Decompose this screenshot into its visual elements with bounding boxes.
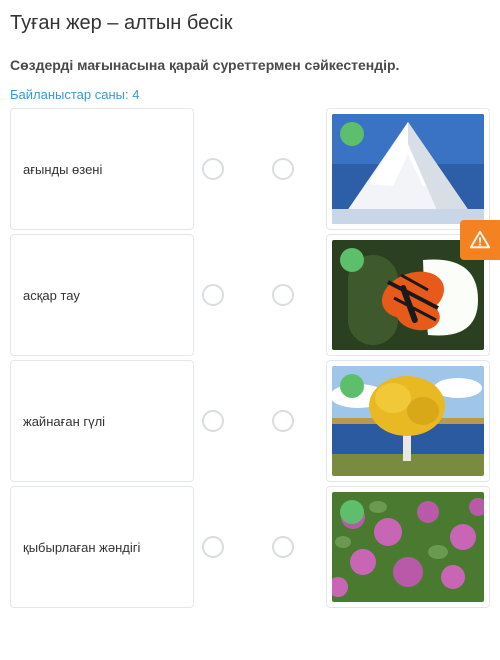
match-row: қыбырлаған жәндігі	[10, 486, 490, 608]
match-radio-right[interactable]	[272, 158, 294, 180]
autumn-tree-image	[332, 366, 484, 476]
badge-icon	[340, 122, 364, 146]
match-radio-right[interactable]	[272, 410, 294, 432]
image-card[interactable]	[326, 108, 490, 230]
match-row: асқар тау	[10, 234, 490, 356]
instruction-text: Сөздерді мағынасына қарай суреттермен сә…	[10, 57, 490, 73]
term-label: жайнаған гүлі	[23, 414, 105, 429]
match-radio-right[interactable]	[272, 536, 294, 558]
match-radio-left[interactable]	[202, 410, 224, 432]
badge-icon	[340, 248, 364, 272]
report-button[interactable]	[460, 220, 500, 260]
connections-count: Байланыстар саны: 4	[10, 87, 490, 102]
match-rows: ағынды өзені	[10, 108, 490, 608]
match-radio-left[interactable]	[202, 536, 224, 558]
badge-icon	[340, 374, 364, 398]
mountain-image	[332, 114, 484, 224]
term-label: қыбырлаған жәндігі	[23, 540, 140, 555]
match-radio-right[interactable]	[272, 284, 294, 306]
term-card[interactable]: асқар тау	[10, 234, 194, 356]
match-row: жайнаған гүлі	[10, 360, 490, 482]
image-card[interactable]	[326, 360, 490, 482]
match-row: ағынды өзені	[10, 108, 490, 230]
term-card[interactable]: ағынды өзені	[10, 108, 194, 230]
quiz-container: Туған жер – алтын бесік Сөздерді мағынас…	[0, 0, 500, 618]
term-card[interactable]: қыбырлаған жәндігі	[10, 486, 194, 608]
image-card[interactable]	[326, 486, 490, 608]
match-radio-left[interactable]	[202, 158, 224, 180]
page-title: Туған жер – алтын бесік	[10, 12, 490, 35]
match-radio-left[interactable]	[202, 284, 224, 306]
term-label: ағынды өзені	[23, 162, 102, 177]
clover-field-image	[332, 492, 484, 602]
badge-icon	[340, 500, 364, 524]
warning-icon	[469, 229, 491, 251]
term-card[interactable]: жайнаған гүлі	[10, 360, 194, 482]
term-label: асқар тау	[23, 288, 80, 303]
